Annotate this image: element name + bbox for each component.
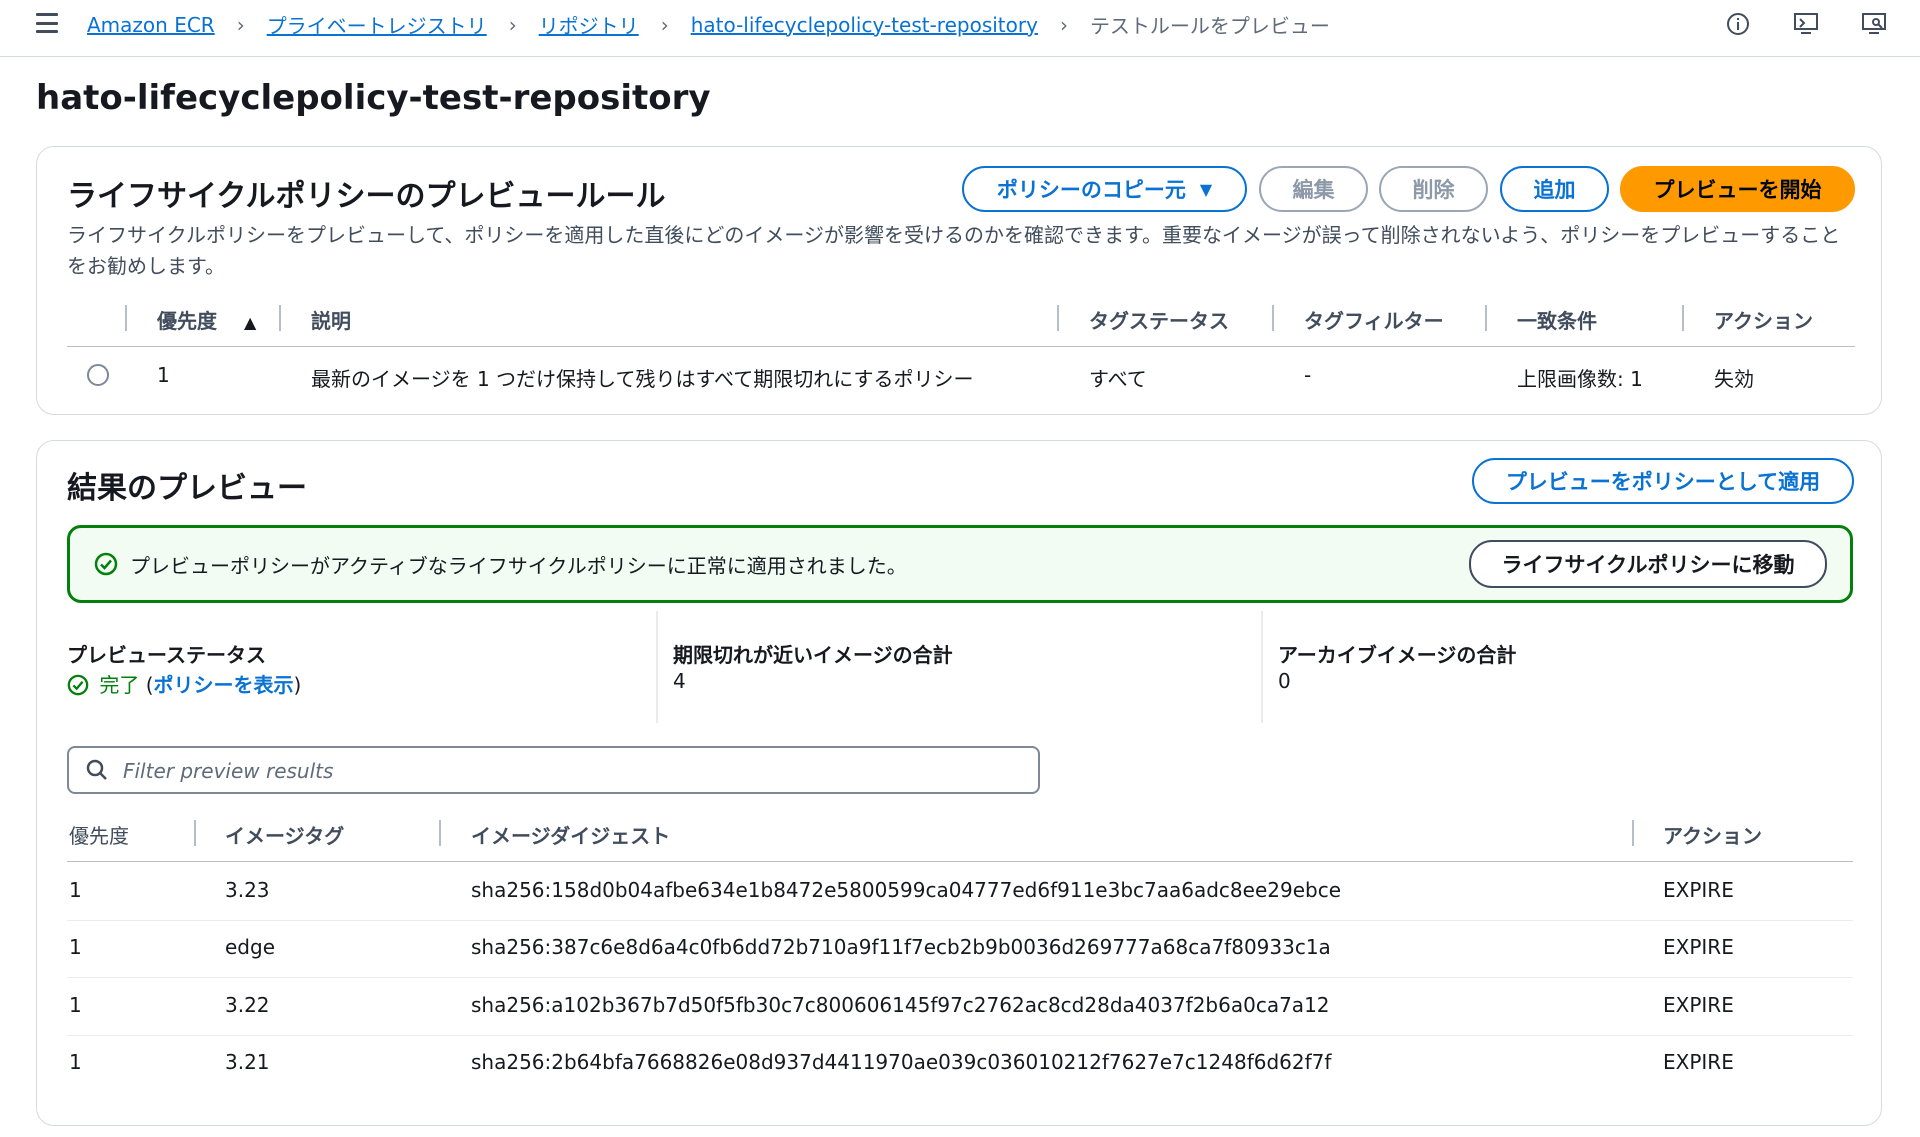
result-digest: sha256:387c6e8d6a4c0fb6dd72b710a9f11f7ec…	[471, 935, 1331, 959]
expiring-images-value: 4	[673, 669, 686, 693]
column-divider	[1682, 305, 1684, 331]
feedback-icon[interactable]	[1792, 10, 1820, 38]
result-tag: 3.21	[225, 1050, 270, 1074]
col-header-priority[interactable]: 優先度 ▲	[157, 305, 256, 334]
result-priority: 1	[69, 993, 82, 1017]
view-policy-link[interactable]: ポリシーを表示	[154, 673, 294, 697]
result-priority: 1	[69, 878, 82, 902]
copy-from-label: ポリシーのコピー元	[996, 178, 1186, 202]
rule-tag-filter: -	[1304, 363, 1312, 387]
paren-close: )	[293, 673, 302, 697]
col-header-tag-status: タグステータス	[1089, 309, 1229, 333]
preferences-icon[interactable]	[1860, 10, 1888, 38]
col-header-description: 説明	[311, 309, 351, 333]
success-flash-banner: プレビューポリシーがアクティブなライフサイクルポリシーに正常に適用されました。 …	[67, 525, 1853, 603]
rule-tag-status: すべて	[1089, 367, 1147, 391]
rule-description: 最新のイメージを 1 つだけ保持して残りはすべて期限切れにするポリシー	[311, 367, 974, 391]
breadcrumb-repository[interactable]: hato-lifecyclepolicy-test-repository	[691, 13, 1038, 37]
stat-divider	[1261, 611, 1263, 723]
status-text: 完了	[99, 673, 140, 697]
column-divider	[125, 305, 127, 331]
breadcrumb-current: テストルールをプレビュー	[1089, 14, 1330, 38]
column-divider	[1272, 305, 1274, 331]
preview-status-label: プレビューステータス	[67, 643, 266, 667]
result-digest: sha256:a102b367b7d50f5fb30c7c800606145f9…	[471, 993, 1330, 1017]
hamburger-menu-icon[interactable]	[36, 13, 58, 33]
chevron-right-icon: ›	[508, 12, 517, 37]
results-col-tag: イメージタグ	[225, 824, 345, 848]
result-digest: sha256:2b64bfa7668826e08d937d4411970ae03…	[471, 1050, 1332, 1074]
rule-match: 上限画像数: 1	[1517, 367, 1643, 391]
result-action: EXPIRE	[1663, 1050, 1734, 1074]
edit-button[interactable]: 編集	[1259, 166, 1368, 212]
chevron-right-icon: ›	[1059, 12, 1068, 37]
row-divider	[67, 920, 1853, 921]
breadcrumb-repositories[interactable]: リポジトリ	[539, 10, 639, 39]
rules-panel-title: ライフサイクルポリシーのプレビュールール	[67, 179, 666, 214]
start-preview-button[interactable]: プレビューを開始	[1620, 166, 1855, 212]
breadcrumb-amazon-ecr[interactable]: Amazon ECR	[87, 13, 215, 37]
row-divider	[67, 977, 1853, 978]
results-col-digest: イメージダイジェスト	[471, 824, 671, 848]
row-divider	[67, 1035, 1853, 1036]
result-action: EXPIRE	[1663, 878, 1734, 902]
flash-message: プレビューポリシーがアクティブなライフサイクルポリシーに正常に適用されました。	[130, 554, 907, 578]
preview-rules-panel: ライフサイクルポリシーのプレビュールール ポリシーのコピー元 ▼ 編集 削除 追…	[36, 146, 1882, 415]
col-header-action: アクション	[1714, 309, 1813, 333]
chevron-right-icon: ›	[660, 12, 669, 37]
column-divider	[279, 305, 281, 331]
paren-open: (	[145, 673, 154, 697]
result-priority: 1	[69, 1050, 82, 1074]
breadcrumb-private-registry[interactable]: プライベートレジストリ	[267, 10, 487, 39]
results-panel-title: 結果のプレビュー	[67, 471, 307, 506]
filter-search-box	[67, 746, 1040, 794]
results-col-priority: 優先度	[69, 824, 129, 848]
results-header-divider	[67, 861, 1853, 862]
page-title: hato-lifecyclepolicy-test-repository	[36, 78, 711, 118]
top-navigation-bar: Amazon ECR › プライベートレジストリ › リポジトリ › hato-…	[0, 0, 1920, 57]
col-header-tag-filter: タグフィルター	[1304, 309, 1444, 333]
rules-panel-description: ライフサイクルポリシーをプレビューして、ポリシーを適用した直後にどのイメージが影…	[67, 223, 1841, 278]
col-priority-label: 優先度	[157, 309, 217, 333]
status-complete-icon	[67, 674, 89, 701]
result-action: EXPIRE	[1663, 993, 1734, 1017]
sort-ascending-icon: ▲	[243, 313, 257, 332]
column-divider	[1632, 820, 1634, 846]
archived-images-value: 0	[1278, 669, 1291, 693]
archived-images-label: アーカイブイメージの合計	[1278, 643, 1517, 667]
rule-action: 失効	[1714, 367, 1754, 391]
copy-policy-from-button[interactable]: ポリシーのコピー元 ▼	[962, 166, 1247, 212]
result-tag: edge	[225, 935, 275, 959]
go-to-lifecycle-policy-button[interactable]: ライフサイクルポリシーに移動	[1469, 540, 1827, 588]
col-header-match: 一致条件	[1517, 309, 1597, 333]
result-action: EXPIRE	[1663, 935, 1734, 959]
result-tag: 3.22	[225, 993, 270, 1017]
chevron-right-icon: ›	[236, 12, 245, 37]
results-col-action: アクション	[1663, 824, 1762, 848]
apply-preview-as-policy-button[interactable]: プレビューをポリシーとして適用	[1472, 458, 1854, 504]
caret-down-icon: ▼	[1199, 179, 1213, 199]
info-icon[interactable]	[1724, 10, 1752, 38]
success-check-icon	[94, 552, 118, 580]
top-icon-group	[1724, 10, 1888, 38]
breadcrumb: Amazon ECR › プライベートレジストリ › リポジトリ › hato-…	[87, 10, 1330, 39]
column-divider	[1485, 305, 1487, 331]
column-divider	[439, 820, 441, 846]
filter-preview-results-input[interactable]	[121, 756, 1015, 786]
result-tag: 3.23	[225, 878, 270, 902]
expiring-images-label: 期限切れが近いイメージの合計	[673, 643, 953, 667]
column-divider	[194, 820, 196, 846]
rule-select-radio[interactable]	[87, 364, 109, 386]
rule-priority: 1	[157, 363, 170, 387]
result-digest: sha256:158d0b04afbe634e1b8472e5800599ca0…	[471, 878, 1341, 902]
preview-results-panel: 結果のプレビュー プレビューをポリシーとして適用 プレビューポリシーがアクティブ…	[36, 440, 1882, 1126]
table-header-divider	[67, 346, 1855, 347]
delete-button[interactable]: 削除	[1379, 166, 1488, 212]
result-priority: 1	[69, 935, 82, 959]
add-button[interactable]: 追加	[1500, 166, 1609, 212]
column-divider	[1057, 305, 1059, 331]
preview-status-value: 完了 (ポリシーを表示)	[67, 669, 301, 701]
stat-divider	[656, 611, 658, 723]
search-icon	[85, 758, 109, 786]
